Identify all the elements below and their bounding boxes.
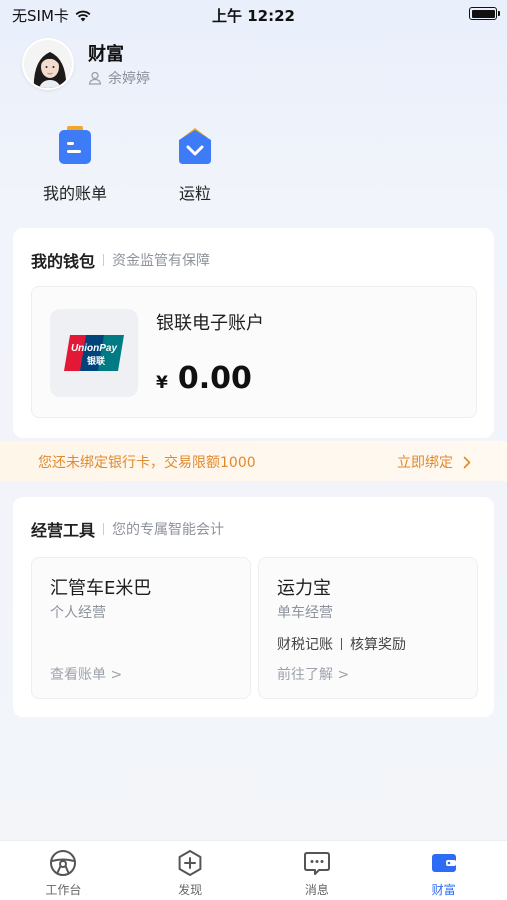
page-title: 财富 [88, 44, 124, 65]
bind-now-link[interactable]: 立即绑定 [397, 452, 471, 472]
wallet-header: 我的钱包 资金监管有保障 [31, 248, 210, 272]
tab-label: 工作台 [45, 883, 82, 897]
unionpay-logo: UnionPay 银联 [50, 309, 138, 397]
tools-subtitle: 您的专属智能会计 [112, 522, 225, 538]
logo-text-top: UnionPay [71, 343, 118, 354]
status-bar: 无SIM卡 上午 12:22 [0, 0, 507, 28]
balance: ¥ 0.00 [156, 361, 252, 396]
tools-title: 经营工具 [31, 521, 96, 540]
username-label: 余婷婷 [108, 71, 150, 87]
tab-wealth[interactable]: 财富 [380, 841, 507, 900]
points-icon [179, 128, 211, 164]
tab-messages[interactable]: 消息 [254, 841, 381, 900]
bind-card-notice: 您还未绑定银行卡，交易限额1000 立即绑定 [0, 441, 507, 481]
wallet-subtitle: 资金监管有保障 [112, 253, 211, 269]
currency-symbol: ¥ [156, 373, 168, 393]
logo-text-bottom: 银联 [87, 355, 106, 367]
tool-title: 汇管车E米巴 [50, 578, 152, 599]
tool-card-yunlibao[interactable]: 运力宝 单车经营 财税记账 核算奖励 前往了解 > [258, 557, 478, 699]
tool-subtitle: 单车经营 [277, 605, 333, 621]
tools-card: 经营工具 您的专属智能会计 汇管车E米巴 个人经营 查看账单 > 运力宝 单车经… [13, 497, 494, 717]
avatar[interactable] [22, 38, 74, 90]
my-bill-button[interactable]: 我的账单 [30, 126, 120, 204]
tab-bar: 工作台 发现 消息 财富 [0, 840, 507, 900]
tab-workbench[interactable]: 工作台 [0, 841, 127, 900]
divider [341, 638, 342, 650]
points-button[interactable]: 运粒 [150, 126, 240, 204]
user-icon [88, 71, 102, 85]
battery-icon [469, 7, 500, 20]
discover-icon [178, 850, 202, 876]
notice-text: 您还未绑定银行卡，交易限额1000 [38, 455, 256, 471]
chevron-right-icon [463, 456, 471, 468]
account-name: 银联电子账户 [156, 313, 264, 334]
steering-wheel-icon [50, 850, 77, 876]
tab-discover[interactable]: 发现 [127, 841, 254, 900]
points-label: 运粒 [178, 184, 211, 203]
profile-user: 余婷婷 [88, 68, 150, 88]
status-time: 上午 12:22 [212, 7, 295, 25]
tab-label: 财富 [431, 883, 456, 897]
learn-more-link[interactable]: 前往了解 > [277, 664, 349, 684]
divider [103, 254, 105, 266]
tools-header: 经营工具 您的专属智能会计 [31, 517, 224, 541]
wallet-icon [431, 854, 456, 872]
wallet-card: 我的钱包 资金监管有保障 UnionPay 银联 银联电子账户 ¥ 0.00 [13, 228, 494, 438]
feature-reward: 核算奖励 [350, 637, 406, 653]
my-bill-label: 我的账单 [42, 184, 107, 203]
account-box[interactable]: UnionPay 银联 银联电子账户 ¥ 0.00 [31, 286, 477, 418]
bill-icon [59, 126, 91, 164]
tab-label: 发现 [178, 883, 203, 897]
tool-title: 运力宝 [277, 578, 331, 599]
tool-card-emiba[interactable]: 汇管车E米巴 个人经营 查看账单 > [31, 557, 251, 699]
feature-tax: 财税记账 [277, 637, 333, 653]
tool-features: 财税记账 核算奖励 [277, 634, 406, 654]
tab-label: 消息 [304, 883, 329, 897]
message-icon [303, 852, 330, 875]
view-bill-link[interactable]: 查看账单 > [50, 664, 122, 684]
balance-amount: 0.00 [177, 361, 252, 396]
bind-now-label: 立即绑定 [397, 455, 453, 471]
wallet-title: 我的钱包 [31, 252, 96, 271]
tool-subtitle: 个人经营 [50, 605, 106, 621]
divider [103, 523, 105, 535]
